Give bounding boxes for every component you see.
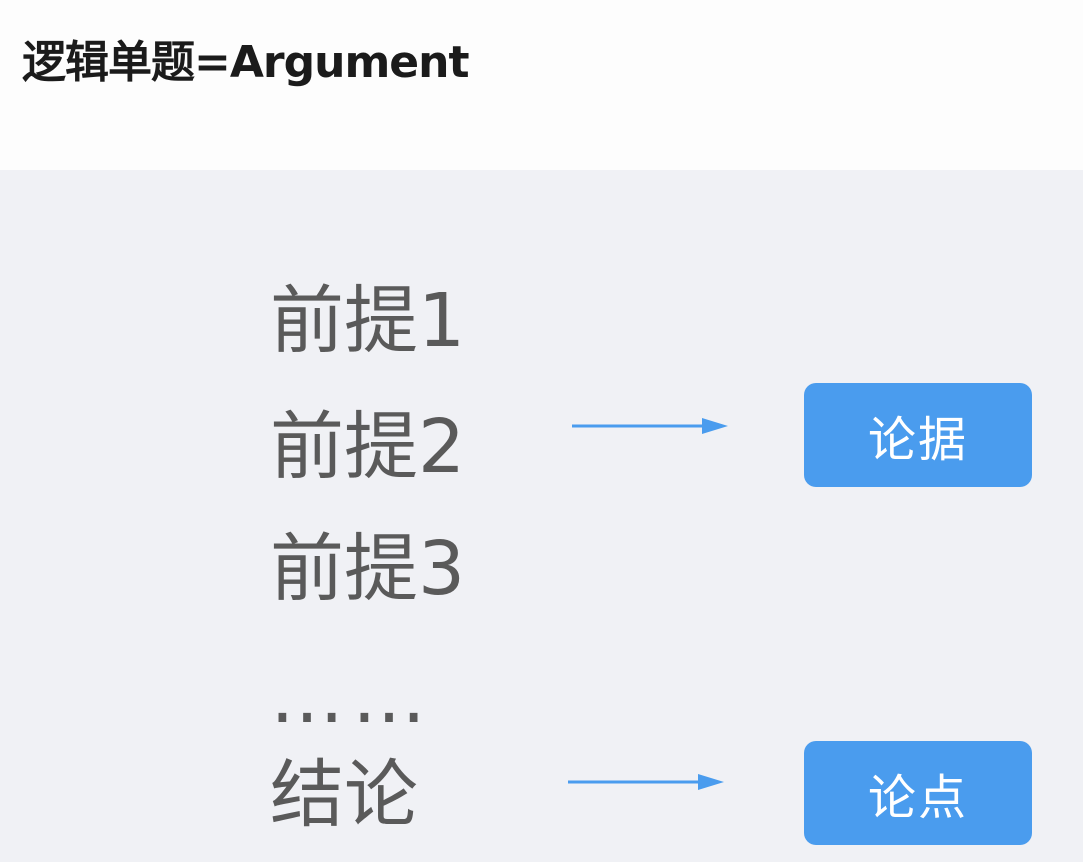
conclusion-arrow-icon [568,774,724,790]
premise-3-label: 前提3 [270,526,466,612]
page-title: 逻辑单题=Argument [22,37,469,88]
claim-tag: 论点 [804,741,1032,845]
conclusion-label: 结论 [270,752,418,838]
evidence-tag: 论据 [804,383,1032,487]
premise-1-label: 前提1 [270,278,466,364]
header-bar: 逻辑单题=Argument [0,0,1083,170]
ellipsis-label: …… [270,654,434,740]
premises-arrow-icon [572,418,728,434]
premise-2-label: 前提2 [270,404,466,490]
